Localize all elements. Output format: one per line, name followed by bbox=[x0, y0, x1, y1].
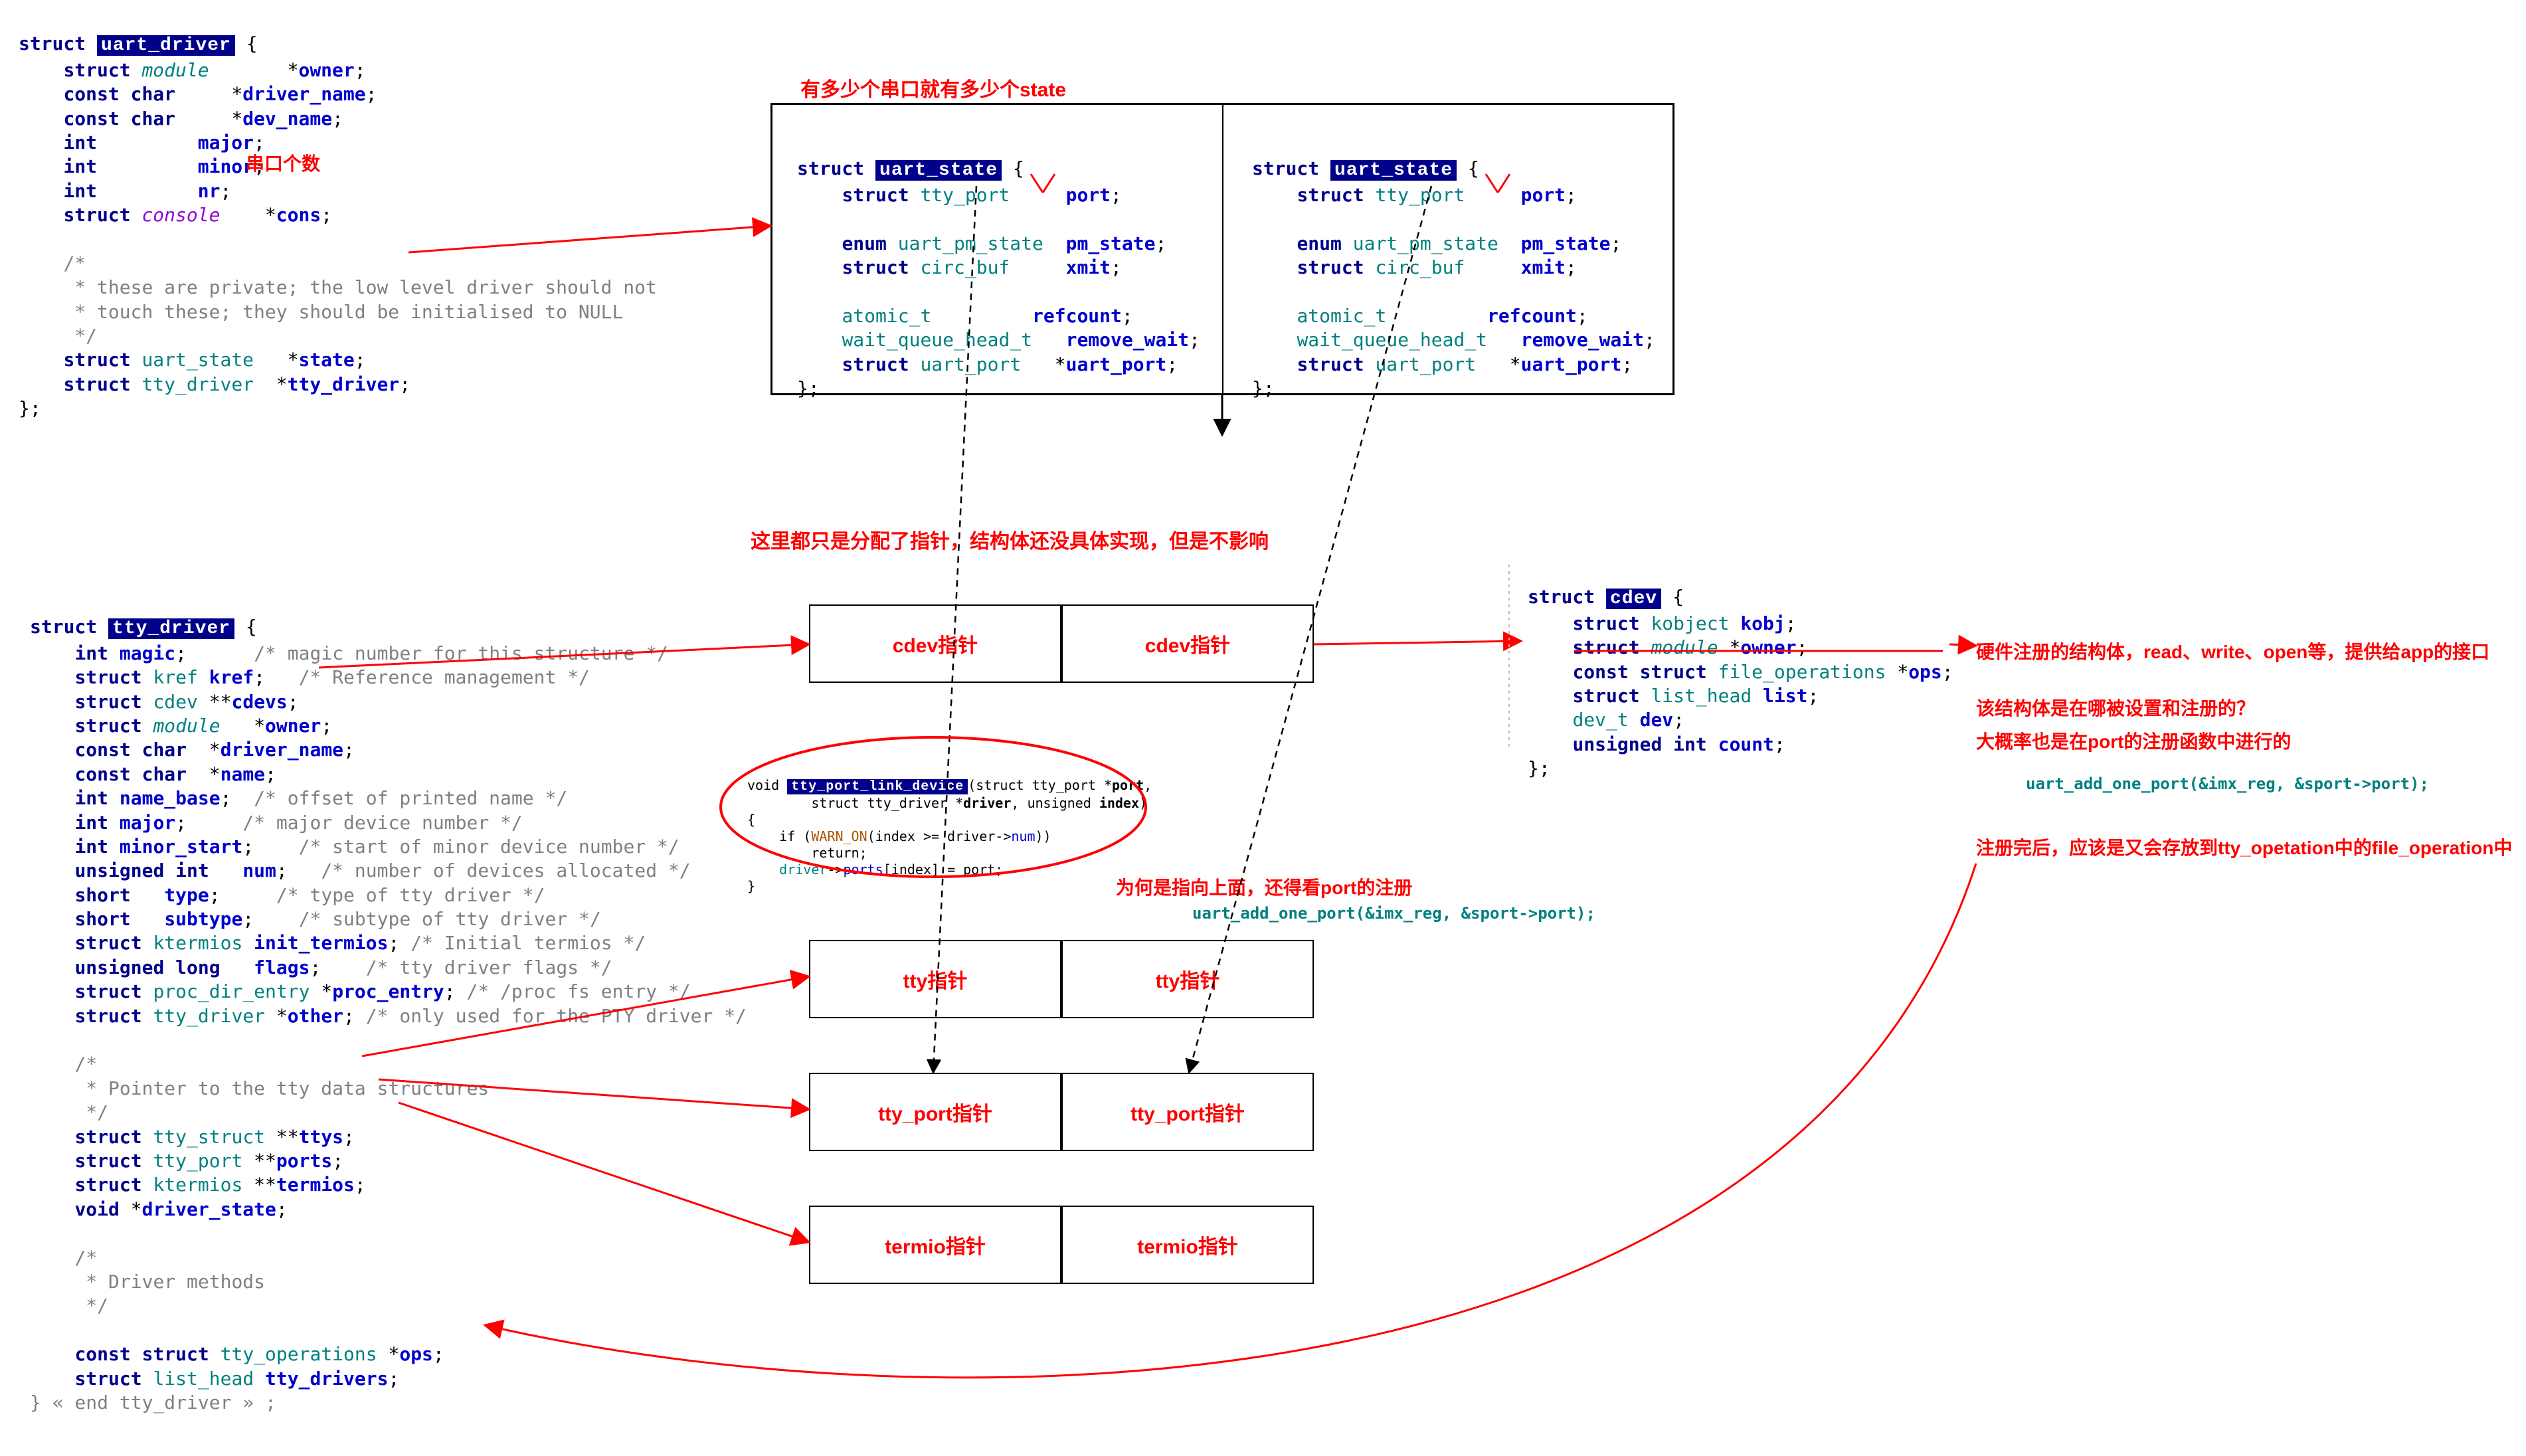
cell-tty-2: tty指针 bbox=[1061, 940, 1314, 1018]
linkdev-body1: { bbox=[747, 812, 755, 828]
tty-port-link-device: void tty_port_link_device(struct tty_por… bbox=[747, 761, 1152, 895]
add-one-port-call-2: uart_add_one_port(&imx_reg, &sport->port… bbox=[2026, 774, 2429, 794]
cdev-struct: struct cdev { struct kobject kobj; struc… bbox=[1528, 561, 1953, 781]
alloc-ptr-annotation: 这里都只是分配了指针，结构体还没具体实现，但是不影响 bbox=[751, 525, 1269, 554]
tty-driver-body: int magic; /* magic number for this stru… bbox=[30, 642, 747, 1413]
call2: uart_add_one_port(&imx_reg, &sport->port… bbox=[2026, 774, 2429, 793]
uart-state-struct-2: struct uart_state { struct tty_port port… bbox=[1252, 133, 1655, 401]
uart-driver-struct: struct uart_driver { struct module *owne… bbox=[19, 8, 657, 421]
tty-driver-struct: struct tty_driver { int magic; /* magic … bbox=[30, 591, 747, 1415]
cell-ttyport-2: tty_port指针 bbox=[1061, 1073, 1314, 1151]
call1: uart_add_one_port(&imx_reg, &sport->port… bbox=[1192, 904, 1595, 923]
uart-state-body-2: struct tty_port port; enum uart_pm_state… bbox=[1252, 184, 1655, 399]
where-set-annotation: 该结构体是在哪被设置和注册的？ bbox=[1976, 694, 2255, 721]
uart-state-divider bbox=[1222, 103, 1223, 395]
cdev-title: cdev bbox=[1606, 589, 1661, 609]
cdev-body: struct kobject kobj; struct module *owne… bbox=[1528, 612, 1953, 779]
uart-state-body-1: struct tty_port port; enum uart_pm_state… bbox=[797, 184, 1200, 399]
cell-cdev-2: cdev指针 bbox=[1061, 604, 1314, 683]
linkdev-body3: return; bbox=[747, 845, 867, 861]
cell-tty-1: tty指针 bbox=[809, 940, 1061, 1018]
add-one-port-call-1: uart_add_one_port(&imx_reg, &sport->port… bbox=[1192, 903, 1595, 924]
diagram-canvas: { "uart_driver": { "title": "uart_driver… bbox=[0, 0, 2526, 1456]
cell-ttyport-1: tty_port指针 bbox=[809, 1073, 1061, 1151]
linkdev-body5: } bbox=[747, 878, 755, 894]
uart-state-struct-1: struct uart_state { struct tty_port port… bbox=[797, 133, 1200, 401]
linkdev-sig1: void tty_port_link_device(struct tty_por… bbox=[747, 777, 1152, 793]
tty-driver-title: tty_driver bbox=[108, 618, 234, 639]
uart-state-heading: 有多少个串口就有多少个state bbox=[800, 73, 1066, 102]
cell-term-2: termio指针 bbox=[1061, 1206, 1314, 1284]
hw-register-annotation: 硬件注册的结构体，read、write、open等，提供给app的接口 bbox=[1976, 638, 2489, 664]
nr-annotation: 串口个数 bbox=[246, 149, 320, 176]
uart-state-title-1: uart_state bbox=[875, 160, 1002, 181]
probably-annotation: 大概率也是在port的注册函数中进行的 bbox=[1976, 727, 2291, 754]
why-up-annotation: 为何是指向上面，还得看port的注册 bbox=[1116, 873, 1412, 900]
linkdev-sig2: struct tty_driver *driver, unsigned inde… bbox=[747, 795, 1147, 811]
cell-term-1: termio指针 bbox=[809, 1206, 1061, 1284]
after-reg-annotation: 注册完后，应该是又会存放到tty_opetation中的file_operati… bbox=[1976, 834, 2512, 860]
uart-state-title-2: uart_state bbox=[1330, 160, 1457, 181]
linkdev-body4: driver->ports[index] = port; bbox=[747, 862, 1003, 877]
uart-driver-body: struct module *owner; const char *driver… bbox=[19, 59, 657, 419]
uart-driver-title: uart_driver bbox=[97, 35, 235, 56]
cell-cdev-1: cdev指针 bbox=[809, 604, 1061, 683]
linkdev-body2: if (WARN_ON(index >= driver->num)) bbox=[747, 828, 1051, 844]
